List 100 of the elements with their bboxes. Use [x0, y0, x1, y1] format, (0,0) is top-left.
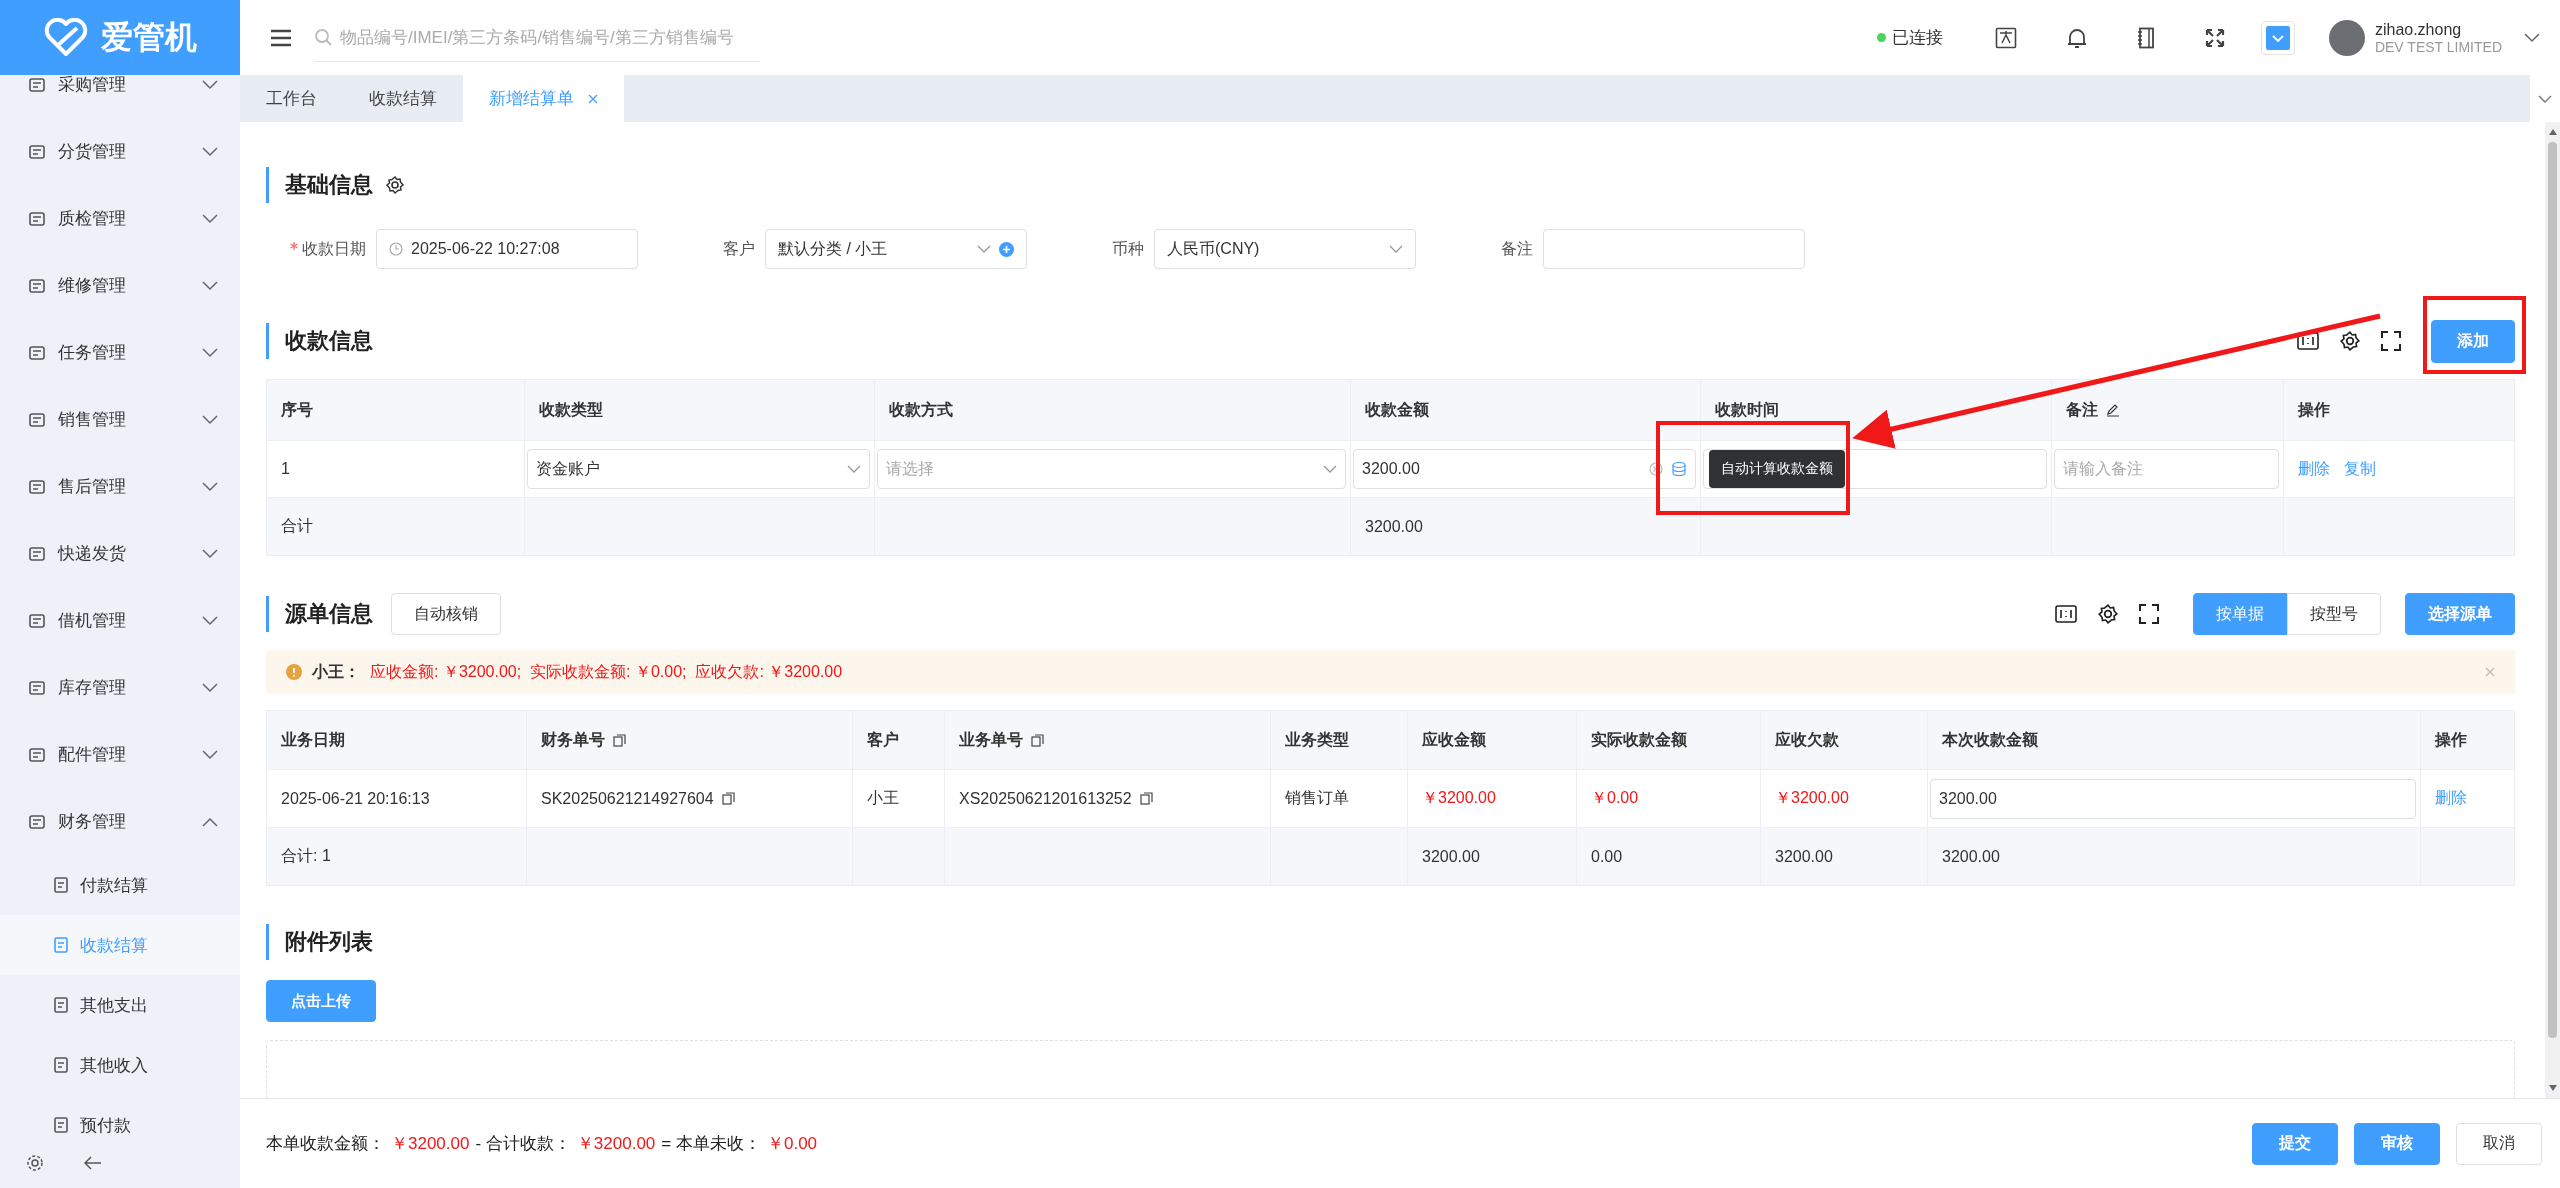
avatar[interactable]	[2328, 19, 2365, 56]
bell-icon[interactable]	[2066, 26, 2087, 49]
menu-item-icon	[28, 678, 46, 697]
column-header: 业务单号	[945, 711, 1271, 770]
search-icon	[314, 28, 332, 46]
menu-item-icon	[28, 611, 46, 630]
alert-customer: 小王：	[312, 661, 360, 682]
field-label: 备注	[1501, 238, 1533, 259]
sidebar-item[interactable]: 财务管理	[0, 788, 240, 855]
tab[interactable]: 工作台	[240, 75, 343, 122]
field-label: 币种	[1112, 238, 1144, 259]
table-cell-text: 合计: 1	[281, 846, 331, 866]
table-cell: XS20250621201613252	[959, 789, 1132, 808]
sidebar-subitem[interactable]: 预付款	[0, 1095, 240, 1138]
chevron-down-icon	[1323, 465, 1337, 473]
table-cell: 3200.00	[1775, 847, 1833, 866]
menu-item-icon	[28, 75, 46, 94]
menu-item-icon	[28, 812, 46, 831]
fullscreen-icon[interactable]	[2204, 27, 2225, 48]
sidebar-item[interactable]: 销售管理	[0, 386, 240, 453]
settings-icon[interactable]	[26, 1154, 44, 1172]
user-name: zihao.zhong	[2374, 20, 2463, 39]
view-toggle-button[interactable]: 按型号	[2287, 593, 2381, 635]
density-icon[interactable]	[2297, 332, 2319, 350]
chevron-down-icon	[2538, 94, 2552, 103]
sidebar-item[interactable]: 维修管理	[0, 252, 240, 319]
chevron-down-icon	[202, 79, 218, 90]
close-icon[interactable]	[588, 93, 598, 104]
column-header: 客户	[853, 711, 945, 770]
settings-icon[interactable]	[2339, 330, 2361, 352]
table-cell-text: 合计	[281, 516, 313, 536]
sidebar-item[interactable]: 分货管理	[0, 118, 240, 185]
copy-icon[interactable]	[1139, 792, 1153, 805]
sidebar-item[interactable]: 任务管理	[0, 319, 240, 386]
chevron-down-icon[interactable]	[2524, 32, 2540, 43]
date-field[interactable]: 2025-06-22 10:27:08	[376, 229, 638, 269]
menu-item-icon	[52, 876, 70, 894]
sidebar-item[interactable]: 配件管理	[0, 721, 240, 788]
copy-icon[interactable]	[1031, 733, 1044, 747]
summary-label: = 本单未收：	[661, 1133, 761, 1155]
table-cell-text: 小王	[867, 788, 899, 808]
scrollbar[interactable]	[2545, 122, 2560, 1098]
table-cell: 3200.00	[1942, 847, 2000, 866]
copy-icon[interactable]	[721, 792, 735, 805]
copy-icon[interactable]	[613, 733, 626, 747]
column-header: 备注	[2052, 380, 2284, 441]
dropdown-button[interactable]	[2260, 20, 2295, 55]
pencil-icon	[2106, 403, 2120, 417]
sidebar-item[interactable]: 快递发货	[0, 520, 240, 587]
chevron-down-icon	[1389, 245, 1403, 253]
amount-value: ￥0.00	[766, 1133, 818, 1155]
select-field[interactable]: 人民币(CNY)	[1154, 229, 1416, 269]
menu-item-icon	[28, 209, 46, 228]
table-cell: 1	[281, 460, 290, 478]
tab[interactable]: 收款结算	[343, 75, 463, 122]
section-title: 附件列表	[285, 928, 373, 956]
column-header: 收款方式	[875, 380, 1351, 441]
menu-item-icon	[28, 276, 46, 295]
auto-writeoff-button[interactable]: 自动核销	[391, 593, 501, 635]
section-title: 基础信息	[285, 171, 373, 199]
fullscreen-icon[interactable]	[2139, 604, 2159, 624]
summary-label: - 合计收款：	[475, 1133, 571, 1155]
input-field[interactable]: 3200.00	[1930, 778, 2416, 819]
coin-stack-icon[interactable]	[1671, 461, 1687, 477]
sidebar-item[interactable]: 售后管理	[0, 453, 240, 520]
chevron-down-icon	[202, 213, 218, 224]
density-icon[interactable]	[2055, 605, 2077, 623]
amount-value: ￥3200.00	[576, 1133, 656, 1155]
sidebar-item[interactable]: 借机管理	[0, 587, 240, 654]
chevron-down-icon	[202, 280, 218, 291]
sidebar-subitem[interactable]: 其他支出	[0, 975, 240, 1035]
sidebar-item[interactable]: 采购管理	[0, 75, 240, 118]
settings-icon[interactable]	[2097, 603, 2119, 625]
scroll-up-arrow-icon[interactable]	[2547, 128, 2558, 136]
column-header: 应收欠款	[1761, 711, 1928, 770]
column-header: 本次收款金额	[1928, 711, 2421, 770]
fullscreen-icon[interactable]	[2381, 331, 2401, 351]
scrollbar-thumb[interactable]	[2548, 142, 2557, 1038]
clear-icon[interactable]	[1649, 462, 1663, 476]
sidebar-item[interactable]: 库存管理	[0, 654, 240, 721]
chevron-down-icon	[202, 615, 218, 626]
input-field[interactable]	[1543, 229, 1805, 269]
settings-icon[interactable]	[385, 175, 405, 195]
footer-button[interactable]: 取消	[2456, 1122, 2542, 1165]
arrow-left-icon[interactable]	[84, 1156, 102, 1170]
select-field[interactable]: 资金账户	[527, 449, 870, 489]
column-header: 业务类型	[1271, 711, 1408, 770]
sidebar-subitem[interactable]: 其他收入	[0, 1035, 240, 1095]
notebook-icon[interactable]	[2136, 26, 2155, 49]
table-cell-text: ￥0.00	[1591, 788, 1639, 808]
table-cell-text: 销售订单	[1285, 788, 1349, 808]
input-field[interactable]	[1703, 449, 2047, 489]
chevron-down-icon	[202, 548, 218, 559]
select-field[interactable]: 默认分类 / 小王	[765, 229, 1027, 269]
sidebar-item[interactable]: 质检管理	[0, 185, 240, 252]
sidebar-subitem[interactable]: 付款结算	[0, 855, 240, 915]
column-header: 操作	[2284, 380, 2515, 441]
scroll-down-arrow-icon[interactable]	[2547, 1084, 2558, 1092]
menu-icon[interactable]	[270, 28, 292, 47]
plus-circle-icon[interactable]	[999, 241, 1014, 257]
